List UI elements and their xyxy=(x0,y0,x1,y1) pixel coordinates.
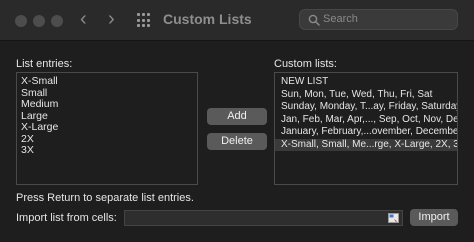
window-title: Custom Lists xyxy=(163,11,252,27)
range-picker-icon[interactable] xyxy=(388,213,399,223)
list-entry-line: X-Large xyxy=(21,121,59,133)
back-chevron-icon[interactable]: ‹ xyxy=(80,9,87,29)
list-entries-textarea[interactable]: X-Small Small Medium Large X-Large 2X 3X xyxy=(16,72,198,185)
list-entry-line: 3X xyxy=(21,144,34,156)
show-all-grid-icon[interactable] xyxy=(137,13,152,28)
list-entries-label: List entries: xyxy=(16,58,73,70)
import-button[interactable]: Import xyxy=(410,209,458,226)
custom-list-item[interactable]: NEW LIST xyxy=(275,76,457,89)
custom-lists-label: Custom lists: xyxy=(274,58,337,70)
add-button[interactable]: Add xyxy=(207,108,267,125)
import-label: Import list from cells: xyxy=(16,212,117,224)
list-entry-line: 2X xyxy=(21,132,34,145)
title-bar: ‹ › Custom Lists Search xyxy=(0,0,474,41)
search-field[interactable]: Search xyxy=(299,9,458,30)
list-entry-line: Medium xyxy=(21,98,59,110)
list-entry-line: X-Small xyxy=(21,75,58,87)
import-range-field[interactable] xyxy=(124,210,403,226)
minimize-window-button[interactable] xyxy=(33,15,45,27)
custom-list-item[interactable]: Sun, Mon, Tue, Wed, Thu, Fri, Sat xyxy=(275,89,457,102)
custom-list-item[interactable]: Sunday, Monday, T...ay, Friday, Saturday xyxy=(275,101,457,114)
zoom-window-button[interactable] xyxy=(51,15,63,27)
custom-list-item[interactable]: January, February,...ovember, December xyxy=(275,126,457,139)
custom-list-item[interactable]: Jan, Feb, Mar, Apr,..., Sep, Oct, Nov, D… xyxy=(275,114,457,127)
search-icon xyxy=(308,14,320,26)
forward-chevron-icon[interactable]: › xyxy=(108,9,115,29)
entry-hint-text: Press Return to separate list entries. xyxy=(16,192,194,204)
search-placeholder: Search xyxy=(323,13,358,25)
custom-lists-listbox[interactable]: NEW LIST Sun, Mon, Tue, Wed, Thu, Fri, S… xyxy=(274,72,458,185)
custom-list-item-selected[interactable]: X-Small, Small, Me...rge, X-Large, 2X, 3… xyxy=(275,138,457,151)
delete-button[interactable]: Delete xyxy=(207,133,267,150)
close-window-button[interactable] xyxy=(15,15,27,27)
